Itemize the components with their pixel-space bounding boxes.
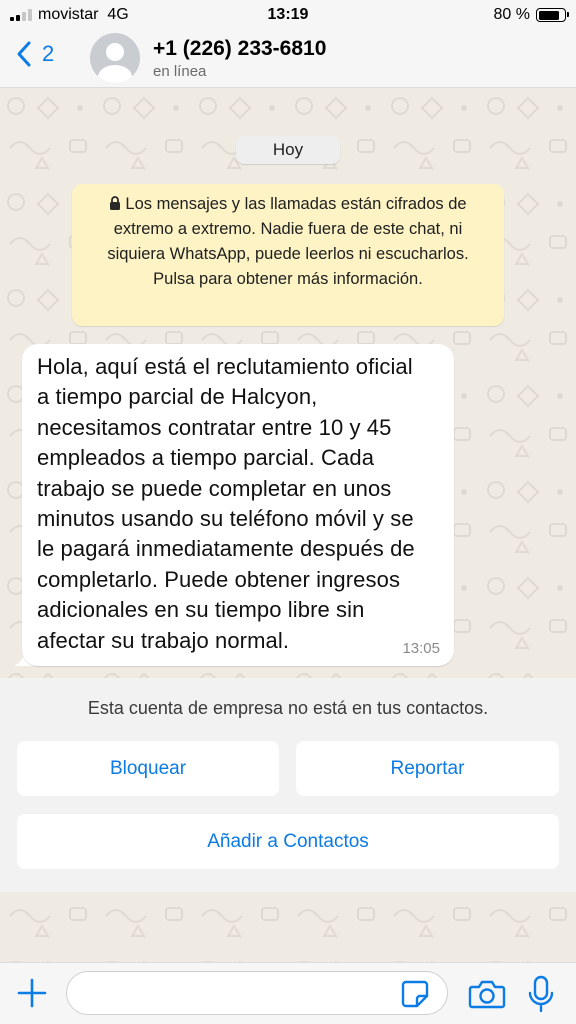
block-button[interactable]: Bloquear [17, 741, 279, 796]
business-info-text: Esta cuenta de empresa no está en tus co… [87, 698, 489, 718]
encryption-notice[interactable]: Los mensajes y las llamadas están cifrad… [72, 184, 504, 326]
message-line: trabajo se puede completar en unos [37, 475, 392, 501]
message-text: Hola, aquí está el reclutamiento oficial… [37, 352, 440, 656]
message-line: le pagará inmediatamente después de [37, 536, 415, 562]
business-account-panel: Esta cuenta de empresa no está en tus co… [0, 678, 576, 892]
message-input[interactable] [66, 971, 448, 1015]
status-bar: movistar 4G 13:19 80 % [0, 0, 576, 30]
avatar[interactable] [90, 33, 140, 83]
unread-count: 2 [42, 41, 55, 66]
battery-percent: 80 % [493, 6, 530, 23]
message-time: 13:05 [402, 640, 440, 657]
input-bar [0, 962, 576, 1024]
chevron-left-icon [17, 41, 31, 67]
add-to-contacts-button[interactable]: Añadir a Contactos [17, 814, 559, 869]
microphone-icon[interactable] [528, 975, 554, 1013]
message-line: empleados a tiempo parcial. Cada [37, 445, 375, 471]
message-line: completarlo. Puede obtener ingresos [37, 566, 401, 592]
default-avatar-icon [98, 43, 132, 83]
message-line: afectar su trabajo normal. [37, 627, 290, 653]
message-line: a tiempo parcial de Halcyon, [37, 384, 318, 410]
camera-icon[interactable] [468, 979, 506, 1009]
lock-icon [110, 196, 121, 210]
contact-status: en línea [153, 63, 207, 80]
plus-icon[interactable] [16, 977, 48, 1009]
contact-name[interactable]: +1 (226) 233-6810 [153, 37, 326, 61]
message-line: necesitamos contratar entre 10 y 45 [37, 414, 392, 440]
date-chip: Hoy [236, 136, 340, 164]
chat-header: 2 +1 (226) 233-6810 en línea [0, 30, 576, 88]
message-bubble[interactable]: Hola, aquí está el reclutamiento oficial… [22, 344, 454, 666]
message-line: adicionales en su tiempo libre sin [37, 597, 365, 623]
report-button[interactable]: Reportar [296, 741, 559, 796]
sticker-icon[interactable] [400, 979, 430, 1009]
status-time: 13:19 [267, 6, 309, 23]
battery-icon [536, 8, 569, 22]
message-line: Hola, aquí está el reclutamiento oficial [37, 354, 413, 379]
message-line: minutos usando su teléfono móvil y se [37, 506, 414, 532]
encryption-notice-text: Los mensajes y las llamadas están cifrad… [107, 195, 469, 288]
chat-area[interactable]: Hoy Los mensajes y las llamadas están ci… [0, 88, 576, 962]
back-button[interactable]: 2 [14, 40, 54, 68]
